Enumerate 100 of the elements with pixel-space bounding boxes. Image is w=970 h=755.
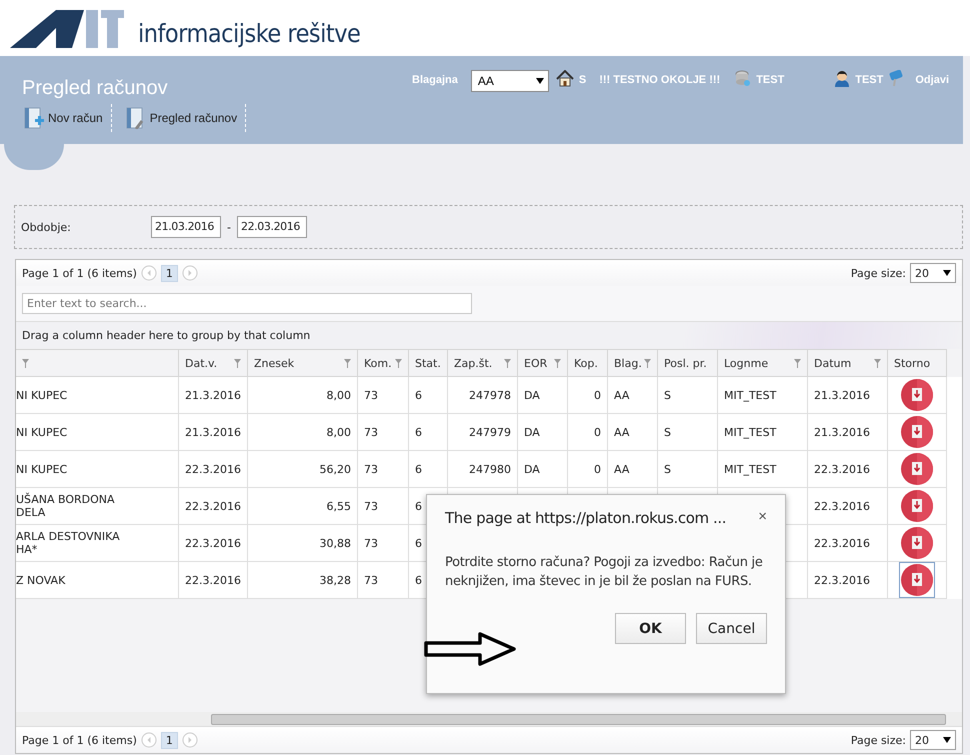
table-cell: 30,88 [320, 536, 351, 550]
table-cell: DA [524, 462, 540, 476]
toolbar-button[interactable]: Pregled računov [124, 104, 246, 132]
table-cell: UŠANA BORDONA DELA [16, 493, 115, 519]
period-label: Obdobje: [21, 220, 72, 234]
table-cell: 6 [415, 574, 422, 586]
table-cell: 22.3.2016 [814, 500, 870, 512]
table-cell: ARLA DESTOVNIKA HA* [16, 530, 120, 556]
database-icon [735, 70, 752, 87]
date-to-field[interactable]: 22.03.2016 [236, 216, 307, 238]
column-header[interactable]: Storno [888, 349, 947, 377]
filter-icon[interactable] [644, 358, 651, 368]
filter-icon[interactable] [504, 358, 511, 368]
toolbar-button[interactable]: Nov račun [22, 104, 112, 132]
previous-page-icon[interactable] [140, 265, 157, 281]
table-cell: 21.3.2016 [814, 388, 870, 402]
filter-icon[interactable] [874, 358, 881, 368]
column-header[interactable]: Blag. [608, 349, 658, 377]
logo-text: informacijske rešitve [138, 20, 360, 48]
group-panel-hint: Drag a column header here to group by that column [22, 329, 310, 342]
column-header[interactable]: Kom. [358, 349, 409, 377]
column-header[interactable]: Zap.št. [448, 349, 518, 377]
table-cell: MIT_TEST [724, 462, 776, 476]
house-icon [556, 70, 574, 87]
close-button[interactable]: × [758, 509, 767, 524]
filter-icon[interactable] [22, 358, 29, 368]
table-cell: 22.3.2016 [185, 462, 241, 476]
table-cell: 22.3.2016 [185, 536, 241, 550]
user-icon [834, 70, 850, 87]
table-cell: AA [614, 388, 630, 402]
table-cell: S [664, 388, 671, 402]
filter-icon[interactable] [395, 358, 402, 368]
table-cell: 0 [594, 388, 601, 402]
table-cell: 22.3.2016 [185, 500, 241, 512]
scrollbar-thumb[interactable] [211, 714, 946, 724]
table-cell: Z NOVAK [16, 574, 66, 586]
page-size-select[interactable]: 20 [910, 263, 956, 283]
storno-button[interactable] [901, 453, 933, 485]
table-cell: S [664, 462, 671, 476]
table-cell: 21.3.2016 [185, 388, 241, 402]
page-number-button[interactable]: 1 [160, 264, 178, 282]
page-title: Pregled računov [22, 76, 169, 100]
column-header[interactable]: Dat.v. [179, 349, 248, 377]
cash-register-select[interactable]: AA [470, 70, 549, 92]
page-number-button[interactable]: 1 [160, 732, 178, 748]
document-plus-icon [24, 107, 44, 129]
next-page-icon[interactable] [182, 732, 198, 748]
ok-button[interactable]: OK [615, 613, 686, 644]
table-cell: 247980 [469, 462, 511, 476]
previous-page-icon[interactable] [140, 732, 157, 748]
table-cell: 6,55 [326, 500, 351, 512]
search-field[interactable]: Enter text to search... [22, 293, 472, 314]
next-page-icon[interactable] [182, 265, 198, 281]
table-cell: 6 [415, 536, 422, 550]
column-header[interactable]: Znesek [248, 349, 358, 377]
date-from-field[interactable]: 21.03.2016 [151, 216, 221, 238]
pager-summary: Page 1 of 1 (6 items) [22, 734, 137, 746]
dropdown-caret-icon [536, 78, 544, 84]
storno-button[interactable] [901, 490, 933, 522]
column-header[interactable]: Datum [808, 349, 888, 377]
table-cell: 73 [364, 426, 378, 438]
page-size-label: Page size: [850, 266, 906, 280]
table-cell: 73 [364, 462, 378, 476]
table-cell: 6 [415, 500, 422, 512]
location-label: S [578, 73, 586, 88]
table-cell: NI KUPEC [16, 388, 68, 402]
cancel-button[interactable]: Cancel [696, 613, 767, 644]
table-cell: DA [524, 388, 540, 402]
table-cell: 8,00 [326, 426, 351, 438]
table-cell: AA [614, 426, 630, 438]
column-header[interactable]: Stat. [409, 349, 448, 377]
date-separator: - [227, 220, 231, 234]
filter-icon[interactable] [344, 358, 351, 368]
storno-button[interactable] [901, 564, 933, 596]
column-header[interactable]: EOR [518, 349, 568, 377]
table-cell: AA [614, 462, 630, 476]
column-header[interactable] [16, 349, 179, 377]
dropdown-caret-icon [943, 737, 951, 743]
table-cell: NI KUPEC [16, 462, 68, 476]
table-cell: 0 [594, 462, 601, 476]
dialog-title: The page at https://platon.rokus.com ... [445, 509, 726, 527]
table-cell: 6 [415, 426, 422, 438]
table-cell: 38,28 [320, 574, 351, 586]
user-label: TEST [855, 73, 884, 88]
document-magnifier-icon [126, 107, 146, 129]
table-cell: NI KUPEC [16, 426, 68, 438]
storno-button[interactable] [901, 527, 933, 559]
column-header[interactable]: Lognme [718, 349, 808, 377]
table-cell: 8,00 [326, 388, 351, 402]
storno-button[interactable] [901, 416, 933, 448]
table-cell: 247978 [469, 388, 511, 402]
filter-icon[interactable] [234, 358, 241, 368]
column-header[interactable]: Kop. [568, 349, 608, 377]
column-header[interactable]: Posl. pr. [658, 349, 718, 377]
filter-icon[interactable] [554, 358, 561, 368]
storno-button[interactable] [901, 379, 933, 411]
page-size-select[interactable]: 20 [910, 730, 956, 750]
table-cell: 73 [364, 574, 378, 586]
dropdown-caret-icon [943, 270, 951, 276]
filter-icon[interactable] [794, 358, 801, 368]
